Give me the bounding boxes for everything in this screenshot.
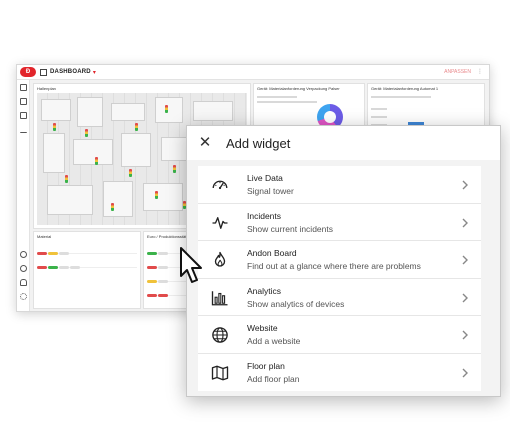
add-widget-dialog: ✕ Add widget Live Data Signal tower Inci… — [186, 125, 501, 397]
widget-item-title: Website — [247, 323, 278, 333]
widget-item-title: Incidents — [247, 210, 282, 221]
brand-logo: Ð — [20, 67, 36, 77]
widget-item-subtitle: Show current incidents — [247, 223, 333, 234]
widget-item-title: Live Data — [247, 173, 283, 183]
widget-item-title: Andon Board — [247, 248, 297, 258]
dialog-title: Add widget — [226, 135, 291, 151]
widget-item-title: Floor plan — [247, 360, 285, 371]
chevron-right-icon — [462, 330, 468, 340]
material-panel-title: Material — [37, 234, 52, 239]
chevron-right-icon — [462, 293, 468, 302]
sidebar-help-icon[interactable] — [20, 251, 27, 258]
material-panel: Material — [33, 231, 141, 309]
sidebar — [17, 80, 30, 311]
widget-item-subtitle: Find out at a glance where there are pro… — [247, 261, 421, 271]
floor-plan-title: Hallenplan — [37, 86, 56, 91]
dashboard-icon — [40, 68, 47, 76]
mouse-cursor-icon — [180, 247, 202, 283]
widget-item-floor-plan[interactable]: Floor plan Add floor plan — [198, 354, 481, 392]
widget-item-andon-board[interactable]: Andon Board Find out at a glance where t… — [198, 241, 481, 279]
sidebar-settings-icon[interactable] — [20, 293, 27, 300]
chart-panel-1-title: Gerät: Materialanforderung Verpackung Pa… — [257, 86, 340, 91]
sidebar-bell-icon[interactable] — [20, 279, 27, 286]
close-icon[interactable]: ✕ — [194, 132, 216, 154]
sidebar-pulse-icon[interactable] — [20, 126, 27, 133]
sidebar-user-icon[interactable] — [20, 265, 27, 272]
bar-chart-icon — [211, 290, 228, 305]
dashboard-title[interactable]: DASHBOARD — [50, 69, 91, 75]
widget-item-website[interactable]: Website Add a website — [198, 316, 481, 354]
widget-item-live-data[interactable]: Live Data Signal tower — [198, 166, 481, 204]
widget-item-subtitle: Add floor plan — [247, 373, 300, 384]
widget-item-subtitle: Show analytics of devices — [247, 298, 345, 309]
pulse-icon — [212, 216, 228, 229]
chevron-right-icon — [462, 368, 468, 377]
chevron-down-icon[interactable]: ▾ — [93, 69, 96, 76]
dashboard-topbar: Ð DASHBOARD ▾ ANPASSEN ⋮ — [17, 65, 489, 80]
widget-item-analytics[interactable]: Analytics Show analytics of devices — [198, 279, 481, 316]
map-icon — [211, 365, 229, 380]
sidebar-analytics-icon[interactable] — [20, 112, 27, 119]
globe-icon — [212, 327, 228, 343]
widget-item-subtitle: Add a website — [247, 336, 301, 346]
widget-list: Live Data Signal tower Incidents Show cu… — [198, 166, 481, 391]
customize-button[interactable]: ANPASSEN — [444, 69, 471, 75]
more-icon[interactable]: ⋮ — [477, 68, 483, 75]
screen: Ð DASHBOARD ▾ ANPASSEN ⋮ Hallenplan Gerä… — [0, 0, 510, 445]
sidebar-map-icon[interactable] — [20, 98, 27, 105]
chevron-right-icon — [462, 180, 468, 190]
widget-item-incidents[interactable]: Incidents Show current incidents — [198, 204, 481, 241]
sidebar-dashboard-icon[interactable] — [20, 84, 27, 91]
widget-item-subtitle: Signal tower — [247, 186, 294, 196]
chevron-right-icon — [462, 218, 468, 227]
dialog-body: Live Data Signal tower Incidents Show cu… — [187, 160, 500, 396]
dialog-header: ✕ Add widget — [187, 126, 500, 160]
chart-panel-2-title: Gerät: Materialanforderung Automat 1 — [371, 86, 439, 91]
speedometer-icon — [212, 180, 228, 190]
flame-icon — [214, 251, 226, 267]
widget-item-title: Analytics — [247, 285, 282, 296]
chevron-right-icon — [462, 255, 468, 265]
